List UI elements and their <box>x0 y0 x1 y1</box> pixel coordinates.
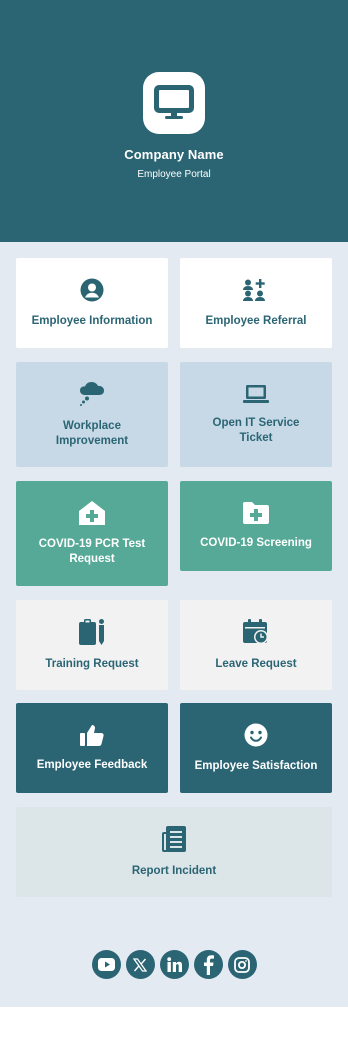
tile-employee-satisfaction[interactable]: Employee Satisfaction <box>180 703 332 793</box>
tile-label: Employee Information <box>31 314 153 327</box>
clipboard-pen-icon <box>79 618 104 645</box>
tile-employee-feedback[interactable]: Employee Feedback <box>16 703 168 793</box>
tile-employee-information[interactable]: Employee Information <box>16 258 168 348</box>
thumbs-up-icon <box>80 724 104 746</box>
tile-label: Employee Satisfaction <box>194 759 318 772</box>
tile-label: Report Incident <box>131 864 217 877</box>
social-links <box>0 950 348 979</box>
tile-covid-screening[interactable]: COVID-19 Screening <box>180 481 332 571</box>
medical-house-icon <box>79 500 105 525</box>
tile-label: COVID-19 Screening <box>200 536 312 549</box>
tile-label: COVID-19 PCR Test Request <box>38 537 146 565</box>
instagram-icon[interactable] <box>227 950 257 979</box>
users-plus-icon <box>243 278 265 301</box>
laptop-icon <box>243 384 269 403</box>
tile-report-incident[interactable]: Report Incident <box>16 807 332 897</box>
thought-cloud-icon <box>80 381 104 406</box>
tile-label: Open IT Service Ticket <box>212 416 300 444</box>
facebook-icon[interactable] <box>193 950 223 979</box>
tile-label: Workplace Improvement <box>55 419 129 447</box>
company-logo <box>143 72 205 134</box>
portal-subtitle: Employee Portal <box>137 169 211 180</box>
newspaper-icon <box>162 825 186 852</box>
tile-label: Training Request <box>45 657 139 670</box>
tile-label: Employee Feedback <box>36 758 148 771</box>
tiles-area: Employee Information Employee Referral W… <box>0 242 348 1007</box>
company-name: Company Name <box>124 147 224 162</box>
medical-folder-icon <box>243 501 269 524</box>
user-circle-icon <box>80 278 104 301</box>
tile-employee-referral[interactable]: Employee Referral <box>180 258 332 348</box>
portal-header: Company Name Employee Portal <box>0 0 348 242</box>
linkedin-icon[interactable] <box>159 950 189 979</box>
tile-label: Leave Request <box>215 657 297 670</box>
tile-label: Employee Referral <box>205 314 307 327</box>
smiley-icon <box>244 723 268 746</box>
tile-open-it-service-ticket[interactable]: Open IT Service Ticket <box>180 362 332 467</box>
x-icon[interactable] <box>125 950 155 979</box>
tile-leave-request[interactable]: Leave Request <box>180 600 332 690</box>
tile-covid-pcr-test-request[interactable]: COVID-19 PCR Test Request <box>16 481 168 586</box>
monitor-icon <box>154 85 194 119</box>
tile-workplace-improvement[interactable]: Workplace Improvement <box>16 362 168 467</box>
calendar-clock-icon <box>243 618 268 644</box>
youtube-icon[interactable] <box>91 950 121 979</box>
tile-training-request[interactable]: Training Request <box>16 600 168 690</box>
